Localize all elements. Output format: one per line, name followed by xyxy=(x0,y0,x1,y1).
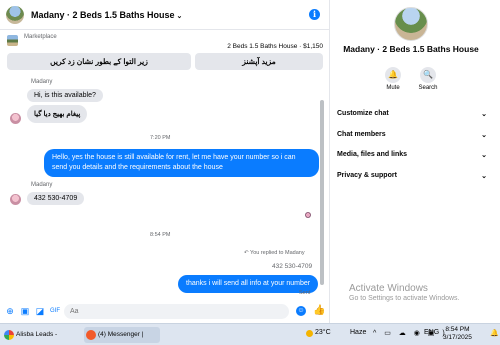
listing-thumbnail xyxy=(7,35,18,46)
sender-avatar[interactable] xyxy=(10,194,21,205)
taskbar-app-messenger[interactable]: (4) Messenger | Fac... xyxy=(84,327,160,343)
clock-time: 8:54 PM xyxy=(445,326,470,333)
section-label: Privacy & support xyxy=(337,172,397,179)
chevron-down-icon: ⌄ xyxy=(481,152,487,159)
clock-date: 3/17/2025 xyxy=(443,334,472,341)
sticker-icon[interactable]: ◪ xyxy=(35,306,45,316)
incoming-message[interactable]: پیغام بھیج دیا گیا xyxy=(27,105,88,123)
gif-icon[interactable]: GIF xyxy=(50,306,60,316)
section-privacy-support[interactable]: Privacy & support ⌄ xyxy=(337,172,487,186)
taskbar: Alisba Leads - Goo... (4) Messenger | Fa… xyxy=(0,323,500,345)
sender-name: Madany xyxy=(31,182,53,188)
thumbs-up-icon[interactable]: 👍 xyxy=(313,305,325,316)
section-label: Chat members xyxy=(337,131,386,138)
image-icon[interactable]: ▣ xyxy=(20,306,30,316)
chevron-down-icon: ⌄ xyxy=(176,13,183,20)
scrollbar[interactable] xyxy=(320,100,324,285)
weather-condition[interactable]: Haze xyxy=(350,329,366,336)
chevron-down-icon: ⌄ xyxy=(481,173,487,180)
message-list: Madany Hi, is this available? پیغام بھیج… xyxy=(0,74,330,300)
incoming-message[interactable]: Hi, is this available? xyxy=(27,89,103,102)
search-icon: 🔍 xyxy=(420,67,436,83)
more-options-button[interactable]: مزید آپشنز xyxy=(195,53,323,70)
language-indicator[interactable]: ENG xyxy=(424,329,439,336)
mark-pending-button[interactable]: زیر التوا کے بطور نشان زد کریں xyxy=(7,53,191,70)
reply-indicator: ↶ You replied to Madany xyxy=(244,250,305,256)
profile-name: Madany · 2 Beds 1.5 Baths House xyxy=(343,44,479,54)
marketplace-banner: Marketplace 2 Beds 1.5 Baths House · $1,… xyxy=(0,31,330,73)
plus-icon[interactable]: ⊕ xyxy=(5,306,15,316)
taskbar-app-chrome[interactable]: Alisba Leads - Goo... xyxy=(2,327,76,343)
info-icon[interactable]: i xyxy=(309,9,320,20)
message-status: Sent xyxy=(299,290,311,296)
profile-avatar[interactable] xyxy=(394,7,428,41)
conversation-title[interactable]: Madany · 2 Beds 1.5 Baths House ⌄ xyxy=(31,10,182,20)
timestamp: 7:20 PM xyxy=(150,135,171,141)
seen-avatar xyxy=(305,212,311,218)
section-chat-members[interactable]: Chat members ⌄ xyxy=(337,131,487,145)
mute-button[interactable]: 🔔 Mute xyxy=(376,67,410,91)
emoji-icon[interactable]: ☺ xyxy=(296,306,306,316)
outgoing-message[interactable]: thanks i will send all info at your numb… xyxy=(178,275,319,293)
marketplace-label: Marketplace xyxy=(24,34,57,40)
section-media-files-links[interactable]: Media, files and links ⌄ xyxy=(337,151,487,165)
chat-pane: Madany · 2 Beds 1.5 Baths House ⌄ i Marke… xyxy=(0,0,330,323)
incoming-message[interactable]: 432 530-4709 xyxy=(27,192,85,205)
section-label: Customize chat xyxy=(337,110,389,117)
chat-header: Madany · 2 Beds 1.5 Baths House ⌄ i xyxy=(0,0,330,30)
chevron-down-icon: ⌄ xyxy=(481,111,487,118)
taskbar-app-label: Alisba Leads - Goo... xyxy=(16,331,58,338)
conversation-info-pane: Madany · 2 Beds 1.5 Baths House 🔔 Mute 🔍… xyxy=(331,0,500,323)
section-customize-chat[interactable]: Customize chat ⌄ xyxy=(337,110,487,124)
sender-name: Madany xyxy=(31,79,53,85)
clock[interactable]: 8:54 PM 3/17/2025 xyxy=(443,326,472,342)
sender-avatar[interactable] xyxy=(10,113,21,124)
search-label: Search xyxy=(418,85,438,91)
chrome-icon xyxy=(4,330,14,340)
activate-windows-watermark: Activate Windows Go to Settings to activ… xyxy=(349,283,460,302)
bell-icon: 🔔 xyxy=(385,67,401,83)
watermark-title: Activate Windows xyxy=(349,283,428,294)
conversation-avatar[interactable] xyxy=(6,6,24,24)
search-button[interactable]: 🔍 Search xyxy=(411,67,445,91)
timestamp: 8:54 PM xyxy=(150,232,171,238)
chevron-down-icon: ⌄ xyxy=(481,132,487,139)
message-input[interactable] xyxy=(64,304,289,319)
taskbar-app-label: (4) Messenger | Fac... xyxy=(98,331,144,338)
section-label: Media, files and links xyxy=(337,151,408,158)
conversation-title-text: Madany · 2 Beds 1.5 Baths House xyxy=(31,10,175,20)
replied-message-quote[interactable]: 432 530-4709 xyxy=(272,263,312,270)
composer: ⊕ ▣ ◪ GIF ☺ 👍 xyxy=(0,300,330,323)
outgoing-message[interactable]: Hello, yes the house is still available … xyxy=(44,149,319,177)
notification-bell-icon[interactable]: 🔔 xyxy=(490,329,499,337)
weather-icon[interactable] xyxy=(306,330,313,337)
mute-label: Mute xyxy=(386,85,400,91)
watermark-subtitle: Go to Settings to activate Windows. xyxy=(349,295,460,302)
listing-title[interactable]: 2 Beds 1.5 Baths House · $1,150 xyxy=(227,43,323,50)
browser-icon xyxy=(86,330,96,340)
weather-temp[interactable]: 23°C xyxy=(315,329,331,336)
